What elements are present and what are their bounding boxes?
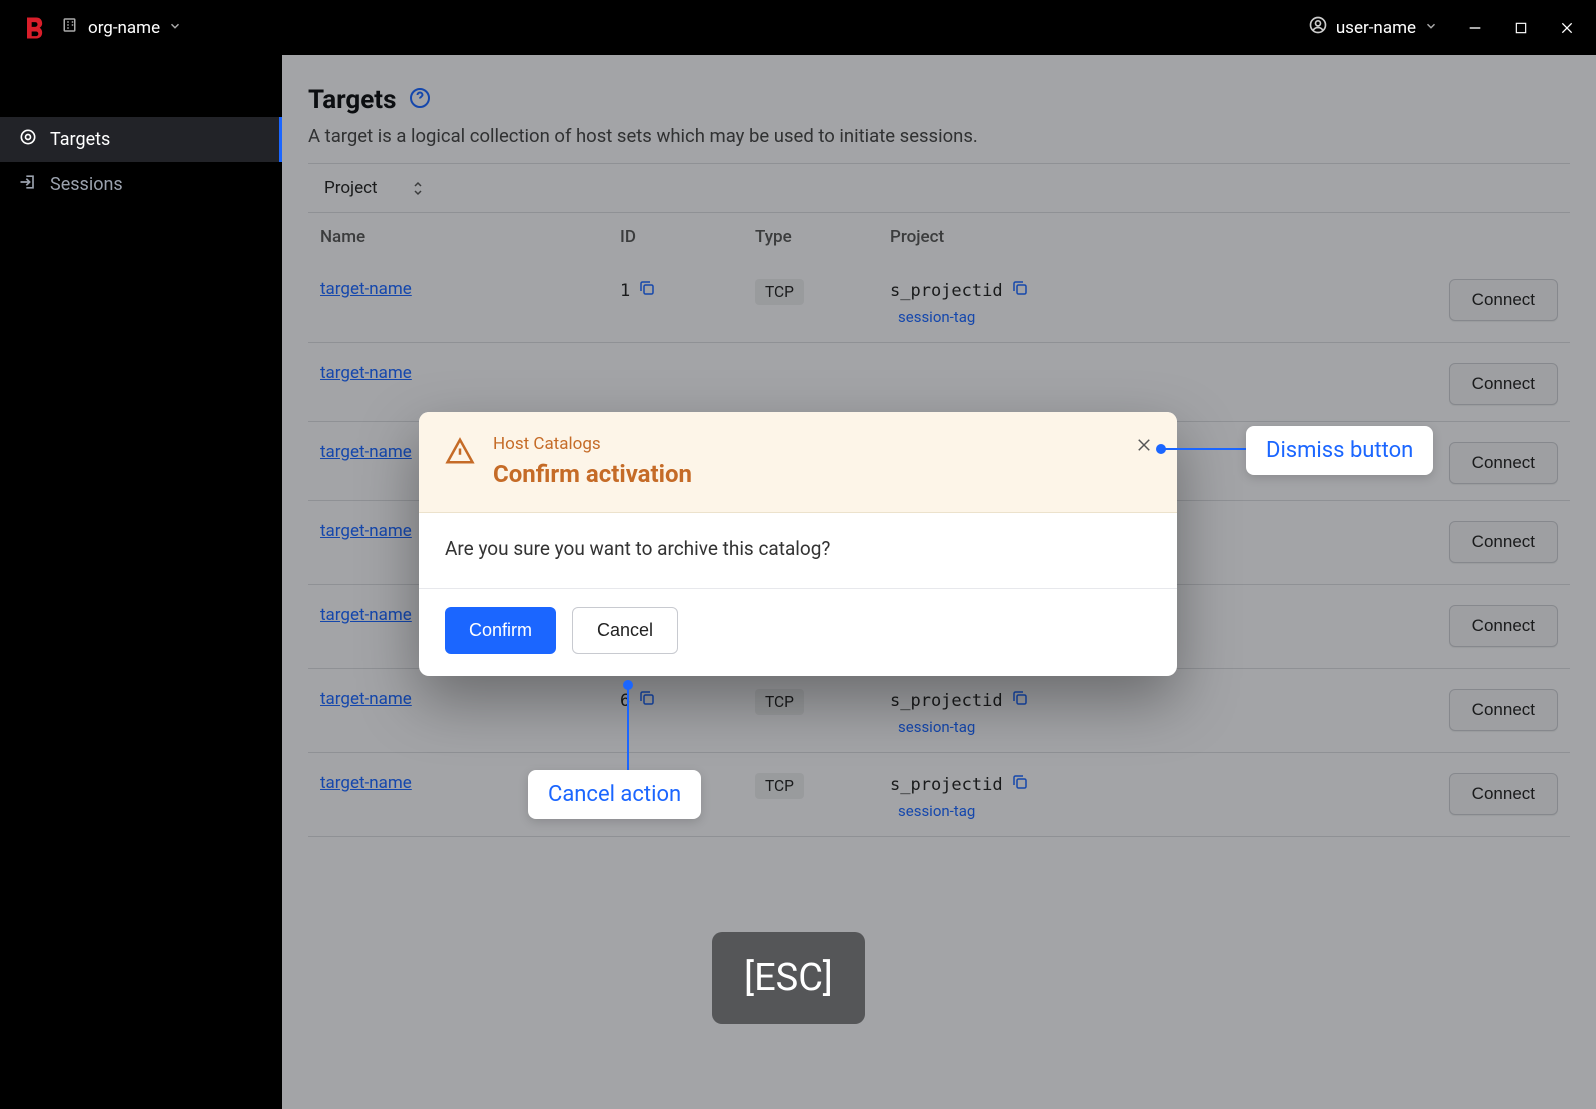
topbar-left: org-name (20, 14, 182, 42)
annotation-line (1160, 448, 1250, 450)
modal-eyebrow: Host Catalogs (493, 434, 692, 454)
target-icon (18, 127, 38, 152)
user-name: user-name (1336, 18, 1416, 38)
user-icon (1308, 15, 1328, 40)
chevron-down-icon (168, 18, 182, 38)
topbar-right: user-name (1308, 15, 1576, 40)
sidebar-item-label: Sessions (50, 174, 123, 195)
org-name: org-name (88, 18, 160, 38)
warning-icon (445, 436, 475, 466)
modal-close-button[interactable] (1131, 432, 1157, 458)
org-icon (62, 16, 80, 39)
confirm-button[interactable]: Confirm (445, 607, 556, 654)
enter-icon (18, 172, 38, 197)
esc-key-badge: [ESC] (712, 932, 865, 1024)
modal-body: Are you sure you want to archive this ca… (419, 513, 1177, 589)
minimize-icon[interactable] (1466, 19, 1484, 37)
chevron-down-icon (1424, 18, 1438, 38)
sidebar-item-label: Targets (50, 129, 110, 150)
sidebar-item-sessions[interactable]: Sessions (0, 162, 282, 207)
annotation-dot (623, 680, 633, 690)
annotation-dot (1156, 444, 1166, 454)
annotation-dismiss: Dismiss button (1246, 426, 1433, 475)
modal-footer: Confirm Cancel (419, 589, 1177, 676)
app-logo-icon (20, 14, 48, 42)
maximize-icon[interactable] (1512, 19, 1530, 37)
close-icon[interactable] (1558, 19, 1576, 37)
annotation-line (627, 684, 629, 770)
title-bar: org-name user-name (0, 0, 1596, 55)
sidebar: Targets Sessions (0, 55, 282, 1109)
annotation-cancel: Cancel action (528, 770, 701, 819)
modal-title: Confirm activation (493, 460, 692, 488)
user-menu[interactable]: user-name (1308, 15, 1438, 40)
confirm-modal: Host Catalogs Confirm activation Are you… (419, 412, 1177, 676)
sidebar-item-targets[interactable]: Targets (0, 117, 282, 162)
org-switcher[interactable]: org-name (62, 16, 182, 39)
modal-header: Host Catalogs Confirm activation (419, 412, 1177, 513)
cancel-button[interactable]: Cancel (572, 607, 678, 654)
